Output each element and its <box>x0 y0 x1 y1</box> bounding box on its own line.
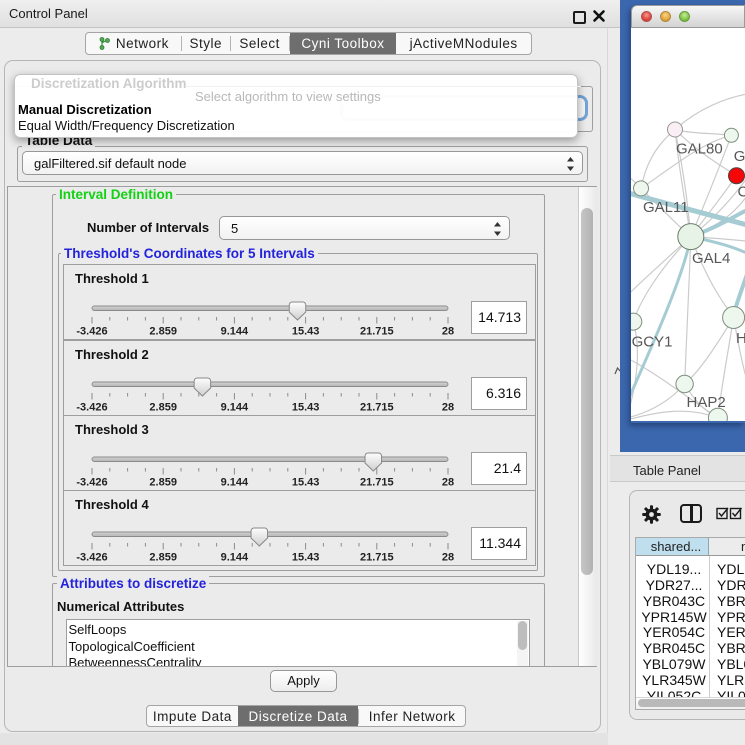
svg-text:21.715: 21.715 <box>360 477 394 489</box>
svg-text:28: 28 <box>442 552 454 564</box>
svg-text:21.715: 21.715 <box>360 402 394 414</box>
svg-text:G.: G. <box>734 148 745 165</box>
svg-text:2.859: 2.859 <box>149 326 177 338</box>
svg-text:21.715: 21.715 <box>360 552 394 564</box>
svg-text:9.144: 9.144 <box>221 477 249 489</box>
svg-text:9.144: 9.144 <box>221 326 249 338</box>
svg-text:28: 28 <box>442 477 454 489</box>
svg-text:15.43: 15.43 <box>292 326 320 338</box>
svg-text:28: 28 <box>442 326 454 338</box>
svg-text:-3.426: -3.426 <box>76 402 107 414</box>
svg-text:-3.426: -3.426 <box>76 552 107 564</box>
svg-text:15.43: 15.43 <box>292 402 320 414</box>
svg-text:-3.426: -3.426 <box>76 326 107 338</box>
svg-text:GAL11: GAL11 <box>643 199 689 216</box>
svg-text:15.43: 15.43 <box>292 552 320 564</box>
svg-text:HAP2: HAP2 <box>687 394 726 411</box>
svg-text:2.859: 2.859 <box>149 552 177 564</box>
svg-text:C: C <box>738 184 745 201</box>
svg-text:15.43: 15.43 <box>292 477 320 489</box>
svg-text:GAL4: GAL4 <box>692 250 730 267</box>
svg-text:H: H <box>736 330 745 347</box>
svg-text:21.715: 21.715 <box>360 326 394 338</box>
svg-text:28: 28 <box>442 402 454 414</box>
svg-text:2.859: 2.859 <box>149 402 177 414</box>
svg-text:-3.426: -3.426 <box>76 477 107 489</box>
svg-text:GAL80: GAL80 <box>676 141 723 158</box>
svg-text:GCY1: GCY1 <box>632 334 673 351</box>
svg-text:2.859: 2.859 <box>149 477 177 489</box>
svg-text:9.144: 9.144 <box>221 552 249 564</box>
svg-text:9.144: 9.144 <box>221 402 249 414</box>
